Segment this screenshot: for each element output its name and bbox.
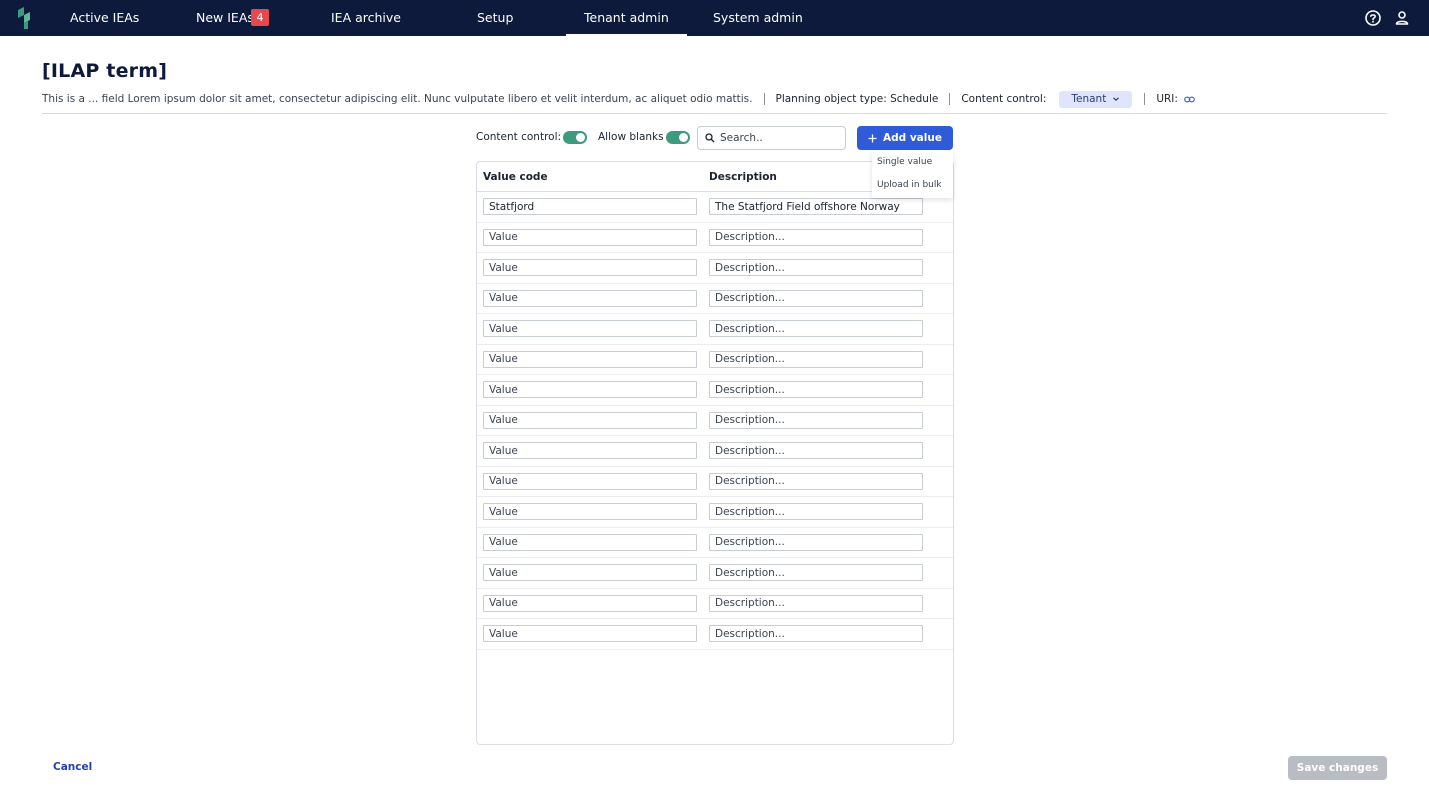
table-row	[477, 528, 953, 558]
allow-blanks-label: Allow blanks	[598, 131, 664, 143]
nav-active-ieas[interactable]: Active IEAs	[70, 0, 139, 36]
column-header-value-code: Value code	[483, 171, 548, 183]
divider	[1144, 93, 1146, 105]
table-row	[477, 223, 953, 253]
table-row	[477, 436, 953, 467]
chevron-down-icon	[1113, 97, 1120, 102]
table-row	[477, 406, 953, 436]
content-control-label: Content control:	[961, 93, 1047, 105]
value-code-input[interactable]	[483, 320, 697, 337]
description-input[interactable]	[709, 411, 923, 429]
add-value-button[interactable]: Add value	[857, 126, 953, 150]
description-input[interactable]	[709, 198, 923, 215]
user-icon[interactable]	[1393, 9, 1411, 27]
search-input[interactable]	[720, 130, 840, 146]
new-ieas-count-badge: 4	[251, 9, 269, 26]
save-changes-button[interactable]: Save changes	[1288, 756, 1387, 780]
divider	[949, 93, 951, 105]
value-code-input[interactable]	[483, 625, 697, 642]
nav-setup[interactable]: Setup	[477, 0, 513, 36]
description-input[interactable]	[709, 259, 923, 276]
value-code-input[interactable]	[483, 533, 697, 551]
table-row	[477, 314, 953, 345]
table-body	[477, 192, 953, 650]
table-row	[477, 345, 953, 375]
description-input[interactable]	[709, 533, 923, 551]
cancel-button[interactable]: Cancel	[53, 761, 92, 773]
content-control-toggle[interactable]	[563, 131, 587, 144]
page-title: [ILAP term]	[42, 60, 168, 82]
description-input[interactable]	[709, 381, 923, 398]
menu-item-single-value[interactable]: Single value	[872, 151, 953, 174]
description-input[interactable]	[709, 564, 923, 581]
description-input[interactable]	[709, 320, 923, 337]
description-input[interactable]	[709, 289, 923, 307]
column-header-description: Description	[709, 171, 777, 183]
table-row	[477, 589, 953, 619]
value-code-input[interactable]	[483, 472, 697, 490]
link-icon[interactable]	[1184, 94, 1195, 105]
ilap-logo-icon[interactable]	[16, 7, 32, 29]
value-code-input[interactable]	[483, 594, 697, 612]
table-row	[477, 375, 953, 406]
value-code-input[interactable]	[483, 411, 697, 429]
table-row	[477, 467, 953, 497]
value-code-input[interactable]	[483, 442, 697, 459]
nav-tenant-admin[interactable]: Tenant admin	[566, 0, 687, 36]
table-row	[477, 284, 953, 314]
allow-blanks-toggle[interactable]	[666, 131, 690, 144]
values-table: Value code Description	[476, 161, 954, 745]
nav-system-admin[interactable]: System admin	[713, 0, 803, 36]
description-input[interactable]	[709, 594, 923, 612]
value-code-input[interactable]	[483, 503, 697, 520]
search-icon	[705, 133, 715, 143]
uri-label: URI:	[1156, 93, 1178, 105]
value-code-input[interactable]	[483, 381, 697, 398]
description-input[interactable]	[709, 350, 923, 368]
search-field[interactable]	[697, 126, 846, 150]
plus-icon	[868, 134, 877, 142]
value-code-input[interactable]	[483, 259, 697, 276]
description-input[interactable]	[709, 472, 923, 490]
value-code-input[interactable]	[483, 198, 697, 215]
content-control-value: Tenant	[1071, 93, 1107, 105]
divider	[763, 93, 765, 105]
term-meta-line: This is a ... field Lorem ipsum dolor si…	[42, 90, 1195, 108]
top-navigation: Active IEAs New IEAs 4 IEA archive Setup…	[0, 0, 1429, 36]
description-input[interactable]	[709, 442, 923, 459]
table-row	[477, 619, 953, 650]
value-code-input[interactable]	[483, 350, 697, 368]
add-value-label: Add value	[883, 132, 942, 144]
content-control-toggle-label: Content control:	[476, 131, 562, 143]
nav-iea-archive[interactable]: IEA archive	[331, 0, 401, 36]
value-code-input[interactable]	[483, 564, 697, 581]
menu-item-upload-in-bulk[interactable]: Upload in bulk	[872, 174, 953, 197]
term-description: This is a ... field Lorem ipsum dolor si…	[42, 93, 753, 105]
description-input[interactable]	[709, 228, 923, 246]
add-value-menu: Single value Upload in bulk	[872, 151, 953, 198]
table-row	[477, 253, 953, 284]
description-input[interactable]	[709, 503, 923, 520]
header-divider	[42, 113, 1387, 114]
value-code-input[interactable]	[483, 289, 697, 307]
planning-object-type: Planning object type: Schedule	[775, 93, 939, 105]
value-code-input[interactable]	[483, 228, 697, 246]
nav-new-ieas[interactable]: New IEAs	[196, 0, 254, 36]
help-icon[interactable]	[1364, 9, 1382, 27]
table-row	[477, 497, 953, 528]
content-control-select[interactable]: Tenant	[1059, 90, 1133, 108]
table-row	[477, 558, 953, 589]
description-input[interactable]	[709, 625, 923, 642]
